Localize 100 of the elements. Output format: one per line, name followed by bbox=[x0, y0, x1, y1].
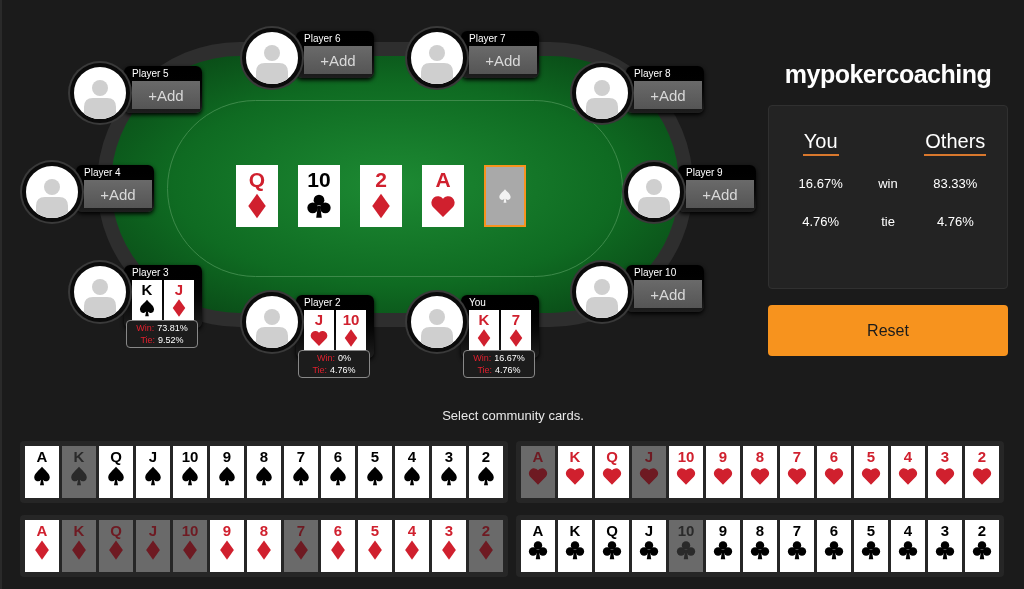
card-choice[interactable]: 7 bbox=[284, 445, 318, 498]
player-name: Player 4 bbox=[84, 166, 122, 180]
person-icon bbox=[584, 77, 620, 119]
card-choice[interactable]: 9 bbox=[706, 445, 740, 498]
club-icon bbox=[638, 538, 660, 561]
club-icon bbox=[305, 192, 333, 220]
player-name: Player 9 bbox=[686, 166, 724, 180]
community-card[interactable]: 2 bbox=[360, 165, 402, 227]
equity-value: 4.76% bbox=[801, 212, 841, 231]
add-player-button[interactable]: +Add bbox=[84, 180, 152, 208]
card-choice[interactable]: 8 bbox=[247, 445, 281, 498]
stat-value: 4.76% bbox=[495, 364, 521, 376]
card-choice[interactable]: Q bbox=[595, 445, 629, 498]
card-choice[interactable]: 2 bbox=[469, 445, 503, 498]
card-choice[interactable]: 5 bbox=[854, 519, 888, 572]
player-name: Player 6 bbox=[304, 32, 342, 46]
card-choice[interactable]: 6 bbox=[817, 445, 851, 498]
add-player-button[interactable]: +Add bbox=[469, 46, 537, 74]
logo: mypokercoaching bbox=[784, 59, 992, 91]
card-choice[interactable]: 7 bbox=[780, 445, 814, 498]
card-choice[interactable]: 9 bbox=[210, 519, 244, 572]
card-choice[interactable]: 8 bbox=[247, 519, 281, 572]
stat-value: 16.67% bbox=[494, 352, 525, 364]
add-player-button[interactable]: +Add bbox=[304, 46, 372, 74]
club-icon bbox=[786, 538, 808, 561]
community-card[interactable]: A bbox=[422, 165, 464, 227]
person-icon bbox=[34, 176, 70, 218]
player-name: You bbox=[469, 296, 487, 310]
card-choice[interactable]: 8 bbox=[743, 445, 777, 498]
card-choice[interactable]: 7 bbox=[780, 519, 814, 572]
player-name: Player 5 bbox=[132, 67, 170, 81]
equity-value: 4.76% bbox=[935, 212, 975, 231]
card-choice[interactable]: 10 bbox=[173, 445, 207, 498]
club-icon bbox=[712, 538, 734, 561]
stat-label: Win: bbox=[136, 322, 155, 334]
card-choice[interactable]: 4 bbox=[395, 445, 429, 498]
card-choice[interactable]: 3 bbox=[928, 519, 962, 572]
prompt-text: Select community cards. bbox=[442, 407, 584, 425]
card-choice[interactable]: 5 bbox=[358, 519, 392, 572]
add-player-button[interactable]: +Add bbox=[634, 81, 702, 109]
card-choice[interactable]: A bbox=[521, 519, 555, 572]
person-icon bbox=[82, 276, 118, 318]
club-icon bbox=[601, 538, 623, 561]
person-icon bbox=[419, 306, 455, 348]
card-choice[interactable]: 3 bbox=[432, 519, 466, 572]
stat-label: Tie: bbox=[140, 334, 156, 346]
card-choice[interactable]: K bbox=[558, 519, 592, 572]
stat-label: Tie: bbox=[312, 364, 328, 376]
card-choice[interactable]: 6 bbox=[321, 445, 355, 498]
person-icon bbox=[636, 176, 672, 218]
club-icon bbox=[823, 538, 845, 561]
card-choice[interactable]: Q bbox=[595, 519, 629, 572]
community-card[interactable]: 10 bbox=[298, 165, 340, 227]
card-choice[interactable]: 2 bbox=[965, 445, 999, 498]
card-choice[interactable]: 6 bbox=[817, 519, 851, 572]
card-choice[interactable]: A bbox=[25, 445, 59, 498]
card-choice[interactable]: J bbox=[632, 519, 666, 572]
spade-icon bbox=[105, 464, 127, 487]
club-icon bbox=[749, 538, 771, 561]
add-player-button[interactable]: +Add bbox=[132, 81, 200, 109]
card-choice[interactable]: 10 bbox=[669, 445, 703, 498]
row-label: win bbox=[877, 175, 899, 193]
card-choice[interactable]: 4 bbox=[891, 445, 925, 498]
club-icon bbox=[860, 538, 882, 561]
spade-icon bbox=[475, 464, 497, 487]
card-choice[interactable]: 2 bbox=[965, 519, 999, 572]
card-choice[interactable]: 5 bbox=[358, 445, 392, 498]
spade-icon bbox=[253, 464, 275, 487]
community-card[interactable]: Q bbox=[236, 165, 278, 227]
equity-value: 83.33% bbox=[932, 175, 979, 193]
add-player-button[interactable]: +Add bbox=[686, 180, 754, 208]
card-choice[interactable]: 3 bbox=[432, 445, 466, 498]
spade-icon bbox=[290, 464, 312, 487]
card-choice[interactable]: 4 bbox=[395, 519, 429, 572]
row-label: tie bbox=[880, 212, 896, 231]
card-choice[interactable]: K bbox=[558, 445, 592, 498]
player-name: Player 8 bbox=[634, 67, 672, 81]
empty-card-slot[interactable] bbox=[484, 165, 526, 227]
card-choice[interactable]: 6 bbox=[321, 519, 355, 572]
card-choice[interactable]: 8 bbox=[743, 519, 777, 572]
spade-icon bbox=[497, 188, 513, 204]
card-choice[interactable]: 9 bbox=[210, 445, 244, 498]
reset-button[interactable]: Reset bbox=[768, 305, 1008, 356]
stat-label: Tie: bbox=[477, 364, 493, 376]
card-choice[interactable]: Q bbox=[99, 445, 133, 498]
add-player-button[interactable]: +Add bbox=[634, 280, 702, 308]
spade-icon bbox=[364, 464, 386, 487]
card-choice[interactable]: J bbox=[136, 445, 170, 498]
spade-icon bbox=[142, 464, 164, 487]
card-choice[interactable]: 9 bbox=[706, 519, 740, 572]
card-choice[interactable]: 3 bbox=[928, 445, 962, 498]
person-icon bbox=[419, 42, 455, 84]
card-choice[interactable]: 5 bbox=[854, 445, 888, 498]
spade-icon bbox=[137, 298, 157, 318]
club-icon bbox=[564, 538, 586, 561]
spade-icon bbox=[401, 464, 423, 487]
card-choice[interactable]: A bbox=[25, 519, 59, 572]
spade-icon bbox=[216, 464, 238, 487]
card-choice[interactable]: 4 bbox=[891, 519, 925, 572]
spade-icon bbox=[438, 464, 460, 487]
